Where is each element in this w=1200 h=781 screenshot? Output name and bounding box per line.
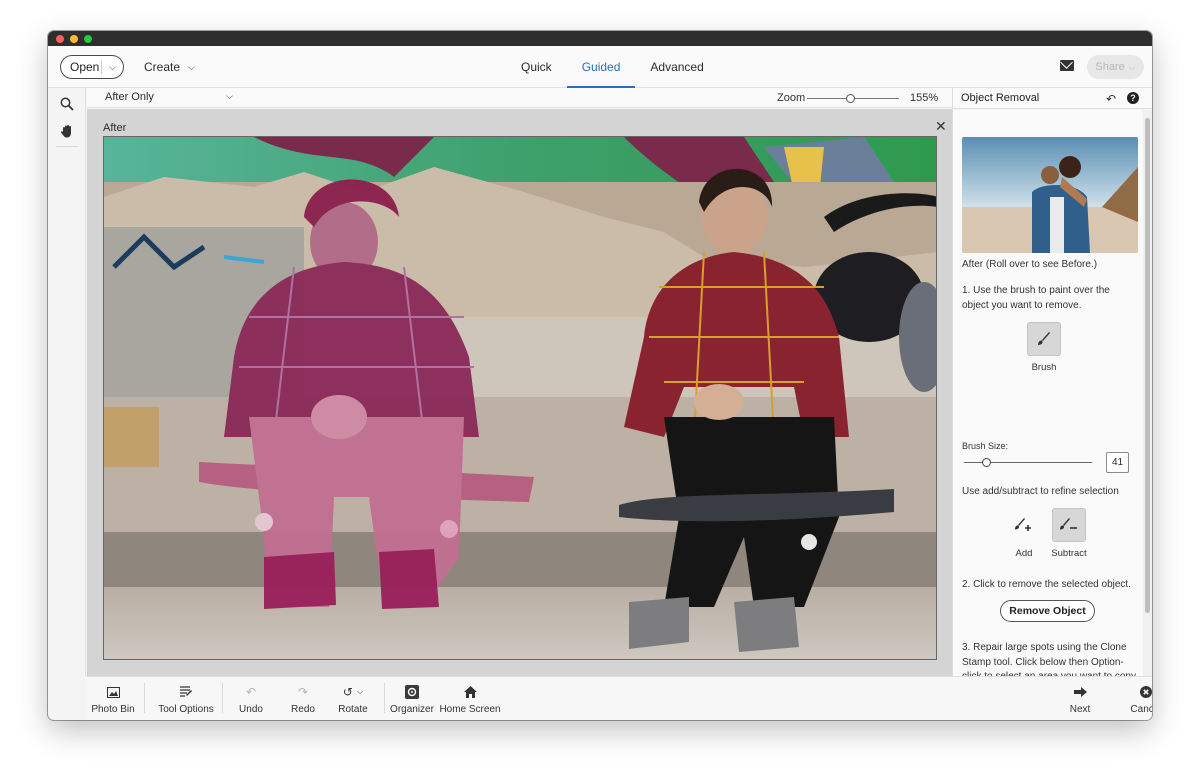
arrow-right-icon: [1073, 685, 1087, 699]
undo-label: Undo: [239, 704, 263, 715]
bottom-separator: [222, 683, 223, 713]
canvas-area: After ✕: [87, 109, 952, 676]
cancel-icon: [1140, 685, 1152, 699]
tab-guided[interactable]: Guided: [566, 46, 636, 88]
create-menu-button[interactable]: Create ⌵: [144, 60, 195, 74]
rotate-button[interactable]: ↺ ⌵ Rotate: [336, 677, 370, 720]
zoom-slider-knob[interactable]: [846, 94, 856, 103]
home-screen-label: Home Screen: [439, 704, 501, 715]
chevron-down-icon: ⌵: [1128, 61, 1136, 72]
toolbox-divider: [56, 146, 78, 147]
zoom-slider[interactable]: [807, 94, 899, 103]
share-button[interactable]: Share ⌵: [1087, 55, 1144, 79]
brush-button[interactable]: [1027, 322, 1061, 356]
maximize-window-button[interactable]: [84, 35, 92, 43]
close-icon[interactable]: ✕: [935, 119, 947, 133]
add-label: Add: [1015, 548, 1033, 559]
panel-body: After (Roll over to see Before.) 1. Use …: [953, 110, 1143, 715]
rotate-label: Rotate: [338, 704, 368, 715]
tool-options-button[interactable]: Tool Options: [156, 677, 216, 720]
redo-label: Redo: [291, 704, 315, 715]
guided-panel: Object Removal ↶ ? After (Roll over to s…: [952, 88, 1152, 715]
organizer-button[interactable]: Organizer: [390, 677, 434, 720]
view-mode-select[interactable]: After Only ⌵: [105, 91, 233, 103]
panel-scrollbar-thumb[interactable]: [1145, 118, 1150, 613]
undo-button[interactable]: ↶ Undo: [234, 677, 268, 720]
brush-size-slider[interactable]: [964, 458, 1092, 467]
left-toolbox: [48, 88, 86, 676]
brush-add-icon: [1015, 518, 1031, 531]
chevron-down-icon: ⌵: [226, 91, 233, 101]
brush-size-knob[interactable]: [982, 458, 992, 467]
brush-icon: [1038, 332, 1050, 345]
chevron-down-icon[interactable]: ⌵: [102, 62, 123, 73]
reset-icon[interactable]: ↶: [1106, 92, 1116, 106]
tab-advanced[interactable]: Advanced: [635, 46, 718, 88]
share-label: Share: [1095, 61, 1125, 73]
undo-icon: ↶: [245, 685, 257, 699]
minimize-window-button[interactable]: [70, 35, 78, 43]
step1-instruction: 1. Use the brush to paint over the objec…: [962, 285, 1110, 311]
close-window-button[interactable]: [56, 35, 64, 43]
panel-title: Object Removal: [961, 92, 1040, 104]
chevron-down-icon: ⌵: [188, 61, 195, 72]
subtract-label: Subtract: [1051, 548, 1087, 559]
help-icon[interactable]: ?: [1127, 92, 1139, 104]
bottom-separator: [144, 683, 145, 713]
mail-icon[interactable]: [1060, 60, 1074, 71]
sample-caption: After (Roll over to see Before.): [962, 259, 1098, 270]
subtract-selection-button[interactable]: [1052, 508, 1086, 542]
cancel-button[interactable]: Cancel: [1126, 677, 1152, 720]
photo-bin-label: Photo Bin: [91, 704, 135, 715]
photo-image: [104, 137, 936, 659]
redo-button[interactable]: ↷ Redo: [286, 677, 320, 720]
brush-subtract-icon: [1060, 518, 1077, 530]
after-pane-label: After: [103, 122, 127, 134]
add-selection-button[interactable]: [1007, 508, 1041, 542]
tab-quick[interactable]: Quick: [506, 46, 567, 88]
tool-options-label: Tool Options: [158, 704, 214, 715]
brush-size-label: Brush Size:: [962, 441, 1009, 451]
home-icon: [463, 685, 477, 699]
zoom-value: 155%: [910, 92, 939, 104]
tool-options-icon: [179, 685, 193, 699]
brush-label: Brush: [1031, 362, 1057, 373]
title-bar: [48, 31, 1152, 46]
photo-canvas[interactable]: [103, 136, 937, 660]
brush-size-input[interactable]: 41: [1106, 452, 1129, 473]
refine-instruction: Use add/subtract to refine selection: [962, 486, 1119, 497]
cancel-label: Cancel: [1130, 704, 1152, 715]
hand-tool-icon[interactable]: [57, 121, 77, 141]
panel-scrollbar[interactable]: [1143, 110, 1152, 676]
mode-tabs: Quick Guided Advanced: [506, 46, 719, 88]
redo-icon: ↷: [297, 685, 309, 699]
open-label: Open: [70, 60, 100, 74]
bottom-separator: [384, 683, 385, 713]
app-window: Open ⌵ Create ⌵ Quick Guided Advanced Sh…: [48, 31, 1152, 720]
chevron-down-icon: ⌵: [356, 687, 364, 696]
next-label: Next: [1069, 704, 1091, 715]
home-screen-button[interactable]: Home Screen: [439, 677, 501, 720]
zoom-label: Zoom: [777, 92, 806, 104]
open-button[interactable]: Open ⌵: [60, 55, 124, 79]
create-label: Create: [144, 60, 181, 74]
step2-instruction: 2. Click to remove the selected object.: [962, 579, 1131, 590]
photo-bin-button[interactable]: Photo Bin: [90, 677, 136, 720]
organizer-label: Organizer: [390, 704, 434, 715]
top-bar: Open ⌵ Create ⌵ Quick Guided Advanced Sh…: [48, 46, 1152, 88]
rotate-icon: ↺ ⌵: [342, 685, 364, 699]
remove-object-button[interactable]: Remove Object: [1000, 600, 1095, 622]
view-mode-value: After Only: [105, 91, 154, 103]
zoom-tool-icon[interactable]: [57, 94, 77, 114]
photo-bin-icon: [106, 685, 120, 699]
bottom-bar: Photo Bin Tool Options ↶ Undo ↷ Redo ↺ ⌵ …: [86, 676, 1152, 720]
organizer-icon: [405, 685, 419, 699]
view-bar: After Only ⌵ Zoom 155%: [87, 88, 952, 108]
sample-after-image[interactable]: [962, 137, 1138, 253]
next-button[interactable]: Next: [1060, 677, 1100, 720]
panel-header: Object Removal ↶ ?: [953, 88, 1152, 109]
